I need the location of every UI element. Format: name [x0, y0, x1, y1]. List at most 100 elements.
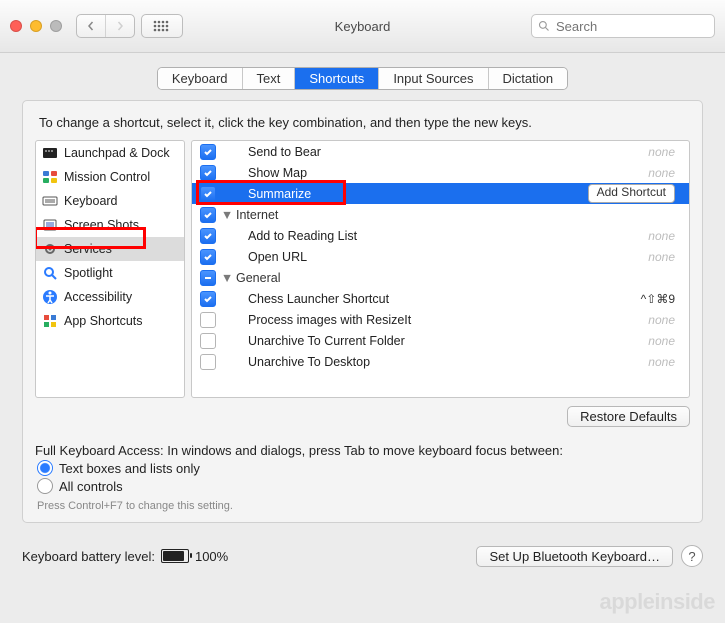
service-shortcut: ^⇧⌘9: [641, 292, 675, 306]
service-checkbox[interactable]: [200, 144, 216, 160]
category-list[interactable]: Launchpad & Dock Mission Control Keyboar…: [35, 140, 185, 398]
service-checkbox[interactable]: [200, 228, 216, 244]
disclosure-icon[interactable]: ▼: [222, 208, 232, 222]
category-keyboard[interactable]: Keyboard: [36, 189, 184, 213]
service-row[interactable]: Add to Reading List none: [192, 225, 689, 246]
gear-icon: [42, 241, 58, 257]
radio-label: Text boxes and lists only: [59, 461, 200, 476]
service-shortcut: none: [648, 250, 675, 264]
search-field[interactable]: [531, 14, 715, 38]
category-mission-control[interactable]: Mission Control: [36, 165, 184, 189]
apps-icon: [42, 313, 58, 329]
service-list[interactable]: Send to Bear none Show Map none Summariz…: [191, 140, 690, 398]
service-row[interactable]: Show Map none: [192, 162, 689, 183]
service-label: Send to Bear: [216, 145, 648, 159]
category-label: Screen Shots: [64, 218, 139, 232]
service-group-label: Internet: [232, 208, 675, 222]
category-screenshots[interactable]: Screen Shots: [36, 213, 184, 237]
category-services[interactable]: Services: [36, 237, 184, 261]
tab-dictation[interactable]: Dictation: [489, 68, 568, 89]
search-icon: [538, 20, 550, 32]
radio-text-boxes[interactable]: Text boxes and lists only: [37, 460, 690, 476]
service-label: Unarchive To Current Folder: [216, 334, 648, 348]
service-shortcut: none: [648, 355, 675, 369]
category-label: App Shortcuts: [64, 314, 143, 328]
service-row[interactable]: Open URL none: [192, 246, 689, 267]
accessibility-icon: [42, 289, 58, 305]
titlebar: Keyboard: [0, 0, 725, 53]
service-checkbox[interactable]: [200, 249, 216, 265]
launchpad-icon: [42, 145, 58, 161]
show-all-button[interactable]: [141, 14, 183, 38]
service-group-header[interactable]: ▼ Internet: [192, 204, 689, 225]
service-label: Show Map: [216, 166, 648, 180]
category-label: Services: [64, 242, 112, 256]
shortcuts-group: To change a shortcut, select it, click t…: [22, 100, 703, 523]
service-shortcut: none: [648, 229, 675, 243]
close-icon[interactable]: [10, 20, 22, 32]
service-shortcut: none: [648, 334, 675, 348]
screenshot-icon: [42, 217, 58, 233]
battery-icon: [161, 549, 189, 563]
tab-shortcuts[interactable]: Shortcuts: [295, 68, 379, 89]
service-row[interactable]: Unarchive To Desktop none: [192, 351, 689, 372]
category-spotlight[interactable]: Spotlight: [36, 261, 184, 285]
nav-back-forward: [76, 14, 135, 38]
service-label: Add to Reading List: [216, 229, 648, 243]
category-label: Keyboard: [64, 194, 118, 208]
footer: Keyboard battery level: 100% Set Up Blue…: [0, 535, 725, 567]
mission-control-icon: [42, 169, 58, 185]
service-row[interactable]: Process images with ResizeIt none: [192, 309, 689, 330]
bluetooth-keyboard-button[interactable]: Set Up Bluetooth Keyboard…: [476, 546, 673, 567]
tabs: Keyboard Text Shortcuts Input Sources Di…: [157, 67, 568, 90]
service-checkbox-mixed[interactable]: [200, 270, 216, 286]
service-checkbox[interactable]: [200, 291, 216, 307]
service-row[interactable]: Send to Bear none: [192, 141, 689, 162]
category-launchpad[interactable]: Launchpad & Dock: [36, 141, 184, 165]
traffic-lights: [10, 20, 62, 32]
keyboard-access-hint: Press Control+F7 to change this setting.: [37, 500, 690, 512]
service-row[interactable]: Unarchive To Current Folder none: [192, 330, 689, 351]
add-shortcut-button[interactable]: Add Shortcut: [588, 184, 675, 203]
service-checkbox[interactable]: [200, 312, 216, 328]
instructions: To change a shortcut, select it, click t…: [39, 115, 690, 130]
keyboard-access: Full Keyboard Access: In windows and dia…: [35, 443, 690, 512]
category-app-shortcuts[interactable]: App Shortcuts: [36, 309, 184, 333]
category-label: Launchpad & Dock: [64, 146, 170, 160]
watermark: appleinside: [599, 589, 715, 615]
radio-all-controls[interactable]: All controls: [37, 478, 690, 494]
service-row[interactable]: Chess Launcher Shortcut ^⇧⌘9: [192, 288, 689, 309]
restore-defaults-button[interactable]: Restore Defaults: [567, 406, 690, 427]
service-list-wrap: Send to Bear none Show Map none Summariz…: [191, 140, 690, 398]
back-button[interactable]: [77, 15, 106, 37]
service-shortcut: none: [648, 166, 675, 180]
minimize-icon[interactable]: [30, 20, 42, 32]
service-checkbox[interactable]: [200, 165, 216, 181]
zoom-icon: [50, 20, 62, 32]
keyboard-icon: [42, 193, 58, 209]
tab-text[interactable]: Text: [243, 68, 296, 89]
radio-icon[interactable]: [37, 460, 53, 476]
service-label: Summarize: [216, 187, 588, 201]
disclosure-icon[interactable]: ▼: [222, 271, 232, 285]
service-checkbox[interactable]: [200, 186, 216, 202]
tab-keyboard[interactable]: Keyboard: [158, 68, 243, 89]
service-row-selected[interactable]: Summarize Add Shortcut: [192, 183, 689, 204]
keyboard-access-prompt: Full Keyboard Access: In windows and dia…: [35, 443, 690, 458]
category-accessibility[interactable]: Accessibility: [36, 285, 184, 309]
radio-icon[interactable]: [37, 478, 53, 494]
forward-button[interactable]: [106, 15, 134, 37]
service-group-header[interactable]: ▼ General: [192, 267, 689, 288]
service-checkbox[interactable]: [200, 333, 216, 349]
category-label: Accessibility: [64, 290, 132, 304]
service-label: Process images with ResizeIt: [216, 313, 648, 327]
service-label: Chess Launcher Shortcut: [216, 292, 641, 306]
service-shortcut: none: [648, 145, 675, 159]
battery-label: Keyboard battery level:: [22, 549, 155, 564]
help-button[interactable]: ?: [681, 545, 703, 567]
service-checkbox[interactable]: [200, 207, 216, 223]
search-input[interactable]: [554, 18, 708, 35]
lists: Launchpad & Dock Mission Control Keyboar…: [35, 140, 690, 398]
tab-input-sources[interactable]: Input Sources: [379, 68, 488, 89]
service-checkbox[interactable]: [200, 354, 216, 370]
